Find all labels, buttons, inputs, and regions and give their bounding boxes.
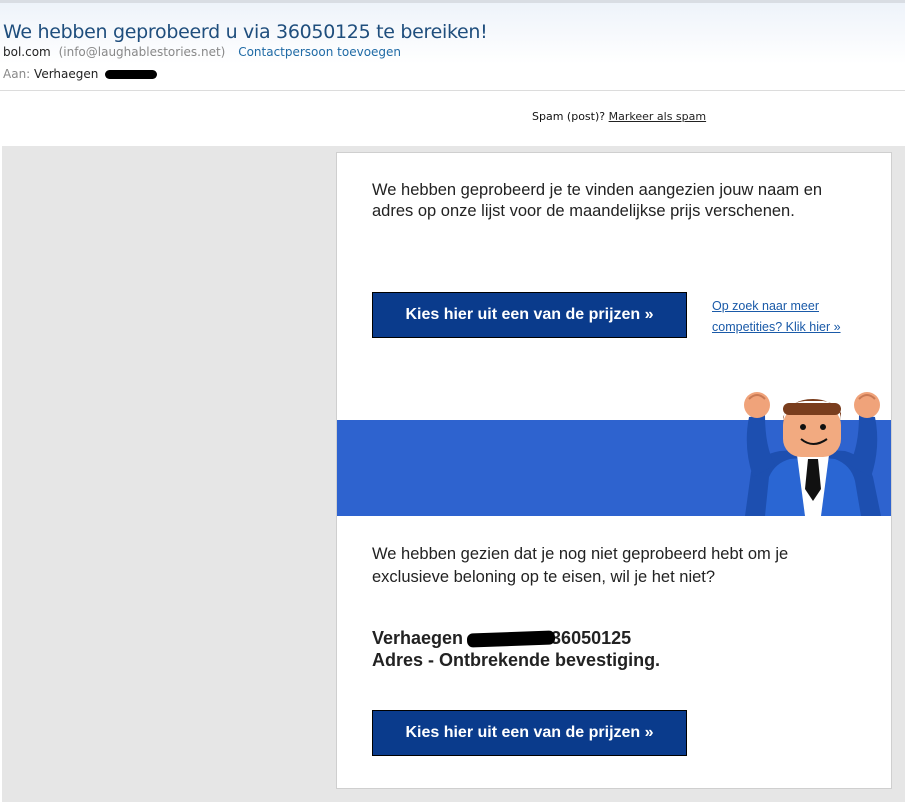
more-competitions-link[interactable]: Op zoek naar meer competities? Klik hier… <box>712 296 872 338</box>
address-status: Adres - Ontbrekende bevestiging. <box>372 650 661 670</box>
email-header: We hebben geprobeerd u via 36050125 te b… <box>0 3 905 90</box>
spam-bar: Spam (post)? Markeer als spam <box>532 110 706 123</box>
spam-prompt: Spam (post)? <box>532 110 606 123</box>
redaction-mark-large <box>466 630 556 648</box>
add-contact-link[interactable]: Contactpersoon toevoegen <box>238 45 401 59</box>
reminder-paragraph: We hebben gezien dat je nog niet geprobe… <box>372 545 789 586</box>
recipient-details: Verhaegen 36050125 Adres - Ontbrekende be… <box>372 627 660 671</box>
recipient-line: Aan: Verhaegen <box>3 67 158 81</box>
intro-paragraph: We hebben geprobeerd je te vinden aangez… <box>372 181 823 220</box>
message-card: We hebben geprobeerd je te vinden aangez… <box>336 152 892 789</box>
to-label: Aan: <box>3 67 31 81</box>
recipient-number: 36050125 <box>551 628 632 648</box>
mascot-illustration <box>735 377 891 516</box>
recipient-name: Verhaegen <box>34 67 99 81</box>
choose-prize-button[interactable]: Kies hier uit een van de prijzen » <box>372 292 687 338</box>
mark-as-spam-link[interactable]: Markeer als spam <box>609 110 706 123</box>
email-subject: We hebben geprobeerd u via 36050125 te b… <box>3 21 488 43</box>
sender-email: (info@laughablestories.net) <box>58 45 226 59</box>
sender-name: bol.com <box>3 45 51 59</box>
choose-prize-button-bottom[interactable]: Kies hier uit een van de prijzen » <box>372 710 687 756</box>
recipient-name-start: Verhaegen <box>372 628 464 648</box>
sender-line: bol.com (info@laughablestories.net) Cont… <box>3 45 401 59</box>
redaction-mark <box>105 70 158 79</box>
header-divider <box>0 90 905 91</box>
